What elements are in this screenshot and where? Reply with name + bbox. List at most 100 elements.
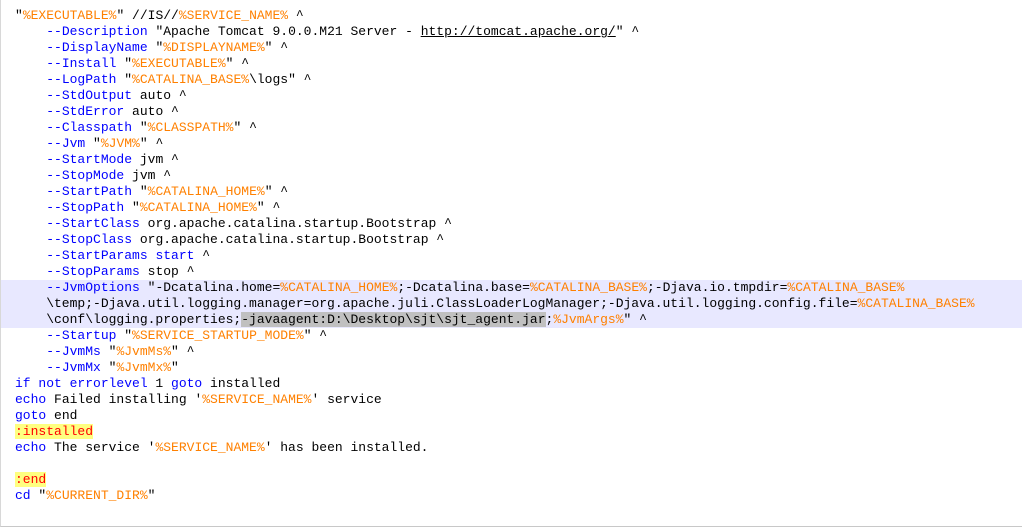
variable-token: %JvmArgs%: [553, 312, 624, 327]
variable-token: %CATALINA_BASE%: [132, 72, 250, 87]
keyword-token: goto: [15, 408, 47, 423]
code-line[interactable]: cd "%CURRENT_DIR%": [15, 488, 1022, 504]
variable-token: %CATALINA_HOME%: [147, 184, 265, 199]
code-line[interactable]: --StopParams stop ^: [15, 264, 1022, 280]
code-line[interactable]: [15, 456, 1022, 472]
code-text: ": [100, 344, 117, 359]
code-line[interactable]: --StartClass org.apache.catalina.startup…: [15, 216, 1022, 232]
code-text: ": [30, 488, 47, 503]
code-text: ": [100, 360, 117, 375]
code-line[interactable]: echo Failed installing '%SERVICE_NAME%' …: [15, 392, 1022, 408]
code-text: ;-Dcatalina.base=: [397, 280, 530, 295]
code-text: The service ': [46, 440, 156, 455]
label-token: :installed: [15, 424, 94, 439]
code-line[interactable]: --Description "Apache Tomcat 9.0.0.M21 S…: [15, 24, 1022, 40]
variable-token: %CATALINA_HOME%: [280, 280, 398, 295]
code-text: auto ^: [124, 104, 179, 119]
code-text: " ^: [264, 184, 289, 199]
code-line[interactable]: --StdOutput auto ^: [15, 88, 1022, 104]
variable-token: %CATALINA_HOME%: [139, 200, 257, 215]
code-text: ^: [288, 8, 304, 23]
code-text: Failed installing ': [46, 392, 203, 407]
code-line[interactable]: :installed: [15, 424, 1022, 440]
code-area[interactable]: "%EXECUTABLE%" //IS//%SERVICE_NAME% ^ --…: [1, 8, 1022, 504]
code-line[interactable]: \temp;-Djava.util.logging.manager=org.ap…: [1, 296, 1022, 312]
code-text: \logs" ^: [249, 72, 312, 87]
code-text: " ^: [264, 40, 289, 55]
code-text: ": [171, 360, 179, 375]
code-line[interactable]: --Startup "%SERVICE_STARTUP_MODE%" ^: [15, 328, 1022, 344]
code-line[interactable]: "%EXECUTABLE%" //IS//%SERVICE_NAME% ^: [15, 8, 1022, 24]
variable-token: %SERVICE_NAME%: [155, 440, 265, 455]
code-line[interactable]: --StopPath "%CATALINA_HOME%" ^: [15, 200, 1022, 216]
code-line[interactable]: --StopClass org.apache.catalina.startup.…: [15, 232, 1022, 248]
code-text: " ^: [233, 120, 257, 135]
code-text: ;-Djava.io.tmpdir=: [646, 280, 788, 295]
variable-token: %JVM%: [100, 136, 140, 151]
code-text: jvm ^: [132, 152, 179, 167]
option-token: --LogPath: [46, 72, 117, 87]
code-text: "-Dcatalina.home=: [139, 280, 281, 295]
code-line[interactable]: --LogPath "%CATALINA_BASE%\logs" ^: [15, 72, 1022, 88]
code-text: 1: [147, 376, 172, 391]
code-line[interactable]: --DisplayName "%DISPLAYNAME%" ^: [15, 40, 1022, 56]
option-token: --JvmMs: [46, 344, 101, 359]
option-token: --DisplayName: [46, 40, 148, 55]
code-text: ": [116, 328, 133, 343]
option-token: --Classpath: [46, 120, 133, 135]
option-token: --Jvm: [46, 136, 86, 151]
code-text: " ^: [256, 200, 281, 215]
selected-text: -javaagent:D:\Desktop\sjt\sjt_agent.jar: [241, 312, 546, 327]
variable-token: %CATALINA_BASE%: [857, 296, 975, 311]
code-line[interactable]: --JvmMx "%JvmMx%": [15, 360, 1022, 376]
code-text: stop ^: [139, 264, 195, 279]
code-line[interactable]: if not errorlevel 1 goto installed: [15, 376, 1022, 392]
keyword-token: echo: [15, 440, 47, 455]
option-token: --StartMode: [46, 152, 133, 167]
variable-token: %CATALINA_BASE%: [529, 280, 647, 295]
code-line[interactable]: --StartMode jvm ^: [15, 152, 1022, 168]
code-text: "Apache Tomcat 9.0.0.M21 Server -: [147, 24, 421, 39]
code-line[interactable]: --StopMode jvm ^: [15, 168, 1022, 184]
code-text: org.apache.catalina.startup.Bootstrap ^: [139, 216, 452, 231]
code-line[interactable]: \conf\logging.properties;-javaagent:D:\D…: [1, 312, 1022, 328]
code-line[interactable]: --Classpath "%CLASSPATH%" ^: [15, 120, 1022, 136]
option-token: --StdOutput: [46, 88, 133, 103]
variable-token: %CLASSPATH%: [147, 120, 234, 135]
code-line[interactable]: echo The service '%SERVICE_NAME%' has be…: [15, 440, 1022, 456]
code-line[interactable]: --JvmMs "%JvmMs%" ^: [15, 344, 1022, 360]
code-line[interactable]: --Install "%EXECUTABLE%" ^: [15, 56, 1022, 72]
code-text: ": [116, 72, 133, 87]
code-line[interactable]: :end: [15, 472, 1022, 488]
code-line[interactable]: goto end: [15, 408, 1022, 424]
code-editor[interactable]: "%EXECUTABLE%" //IS//%SERVICE_NAME% ^ --…: [0, 0, 1022, 527]
code-line[interactable]: --StartPath "%CATALINA_HOME%" ^: [15, 184, 1022, 200]
code-line[interactable]: --StartParams start ^: [15, 248, 1022, 264]
option-token: --Install: [46, 56, 117, 71]
url-link[interactable]: http://tomcat.apache.org/: [421, 24, 616, 39]
code-text: " ^: [615, 24, 640, 39]
variable-token: %CATALINA_BASE%: [787, 280, 905, 295]
code-text: " ^: [303, 328, 328, 343]
code-line[interactable]: --StdError auto ^: [15, 104, 1022, 120]
code-text: " ^: [139, 136, 164, 151]
code-text: ": [124, 200, 140, 215]
code-line[interactable]: --JvmOptions "-Dcatalina.home=%CATALINA_…: [1, 280, 1022, 296]
code-line[interactable]: --Jvm "%JVM%" ^: [15, 136, 1022, 152]
code-text: ": [132, 120, 148, 135]
option-token: --Startup: [46, 328, 117, 343]
